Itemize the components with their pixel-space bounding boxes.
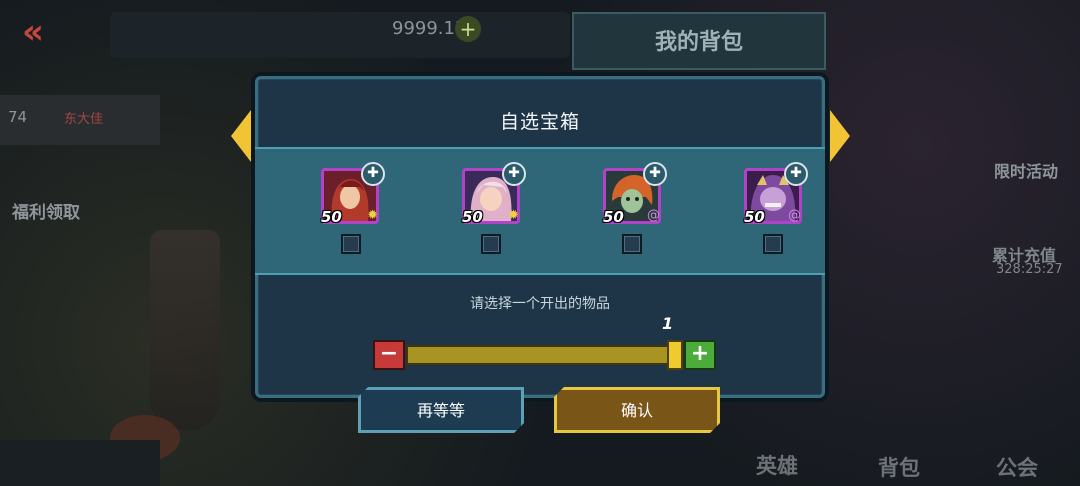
confirm-button[interactable]: 确认 [554,387,720,433]
hero-level: 50 [462,208,483,226]
tab-bag[interactable]: 背包 [878,452,920,482]
hero-level: 50 [744,208,765,226]
tab-guild[interactable]: 公会 [996,452,1038,482]
hero-checkbox-2[interactable] [481,234,501,254]
wait-button[interactable]: 再等等 [358,387,524,433]
puzzle-piece-icon: ✚ [502,162,526,186]
hero-item-3[interactable]: 50 @ ✚ [603,162,667,226]
bottom-left-bar [0,440,160,486]
background-title: 我的背包 [654,30,743,55]
increase-quantity-button[interactable]: + [684,340,716,370]
puzzle-piece-icon: ✚ [643,162,667,186]
hero-checkbox-1[interactable] [341,234,361,254]
decrease-quantity-button[interactable]: − [373,340,405,370]
golf-bag-decoration [150,230,220,430]
welfare-button[interactable]: 福利领取 [12,198,80,223]
scroll-right-arrow-icon[interactable] [830,110,850,162]
puzzle-piece-icon: ✚ [784,162,808,186]
limited-event-button[interactable]: 限时活动 [994,158,1058,182]
hero-checkbox-3[interactable] [622,234,642,254]
add-currency-icon[interactable]: + [455,16,481,42]
quantity-slider[interactable] [406,345,670,365]
sun-icon: ✹ [508,208,519,223]
background-title-plate: 我的背包 [572,12,826,70]
scroll-left-arrow-icon[interactable] [231,110,251,162]
hero-item-4[interactable]: 50 @ ✚ [744,162,808,226]
player-name: 东大佳 [64,112,104,127]
tab-hero[interactable]: 英雄 [756,450,798,480]
quantity-slider-fill [408,347,668,363]
player-level: 74 [8,108,28,126]
back-arrow-icon[interactable]: « [22,14,64,50]
spiral-icon: @ [788,208,801,223]
hero-level: 50 [321,208,342,226]
puzzle-piece-icon: ✚ [361,162,385,186]
hero-item-1[interactable]: 50 ✹ ✚ [321,162,385,226]
recharge-timer: 328:25:27 [996,262,1063,277]
selection-hint: 请选择一个开出的物品 [470,296,610,312]
quantity-slider-thumb[interactable] [667,340,683,370]
top-resource-bar [110,12,570,58]
hero-item-2[interactable]: 50 ✹ ✚ [462,162,526,226]
quantity-value: 1 [662,314,674,333]
spiral-icon: @ [647,208,660,223]
hero-checkbox-4[interactable] [763,234,783,254]
hero-level: 50 [603,208,624,226]
sun-icon: ✹ [367,208,378,223]
dialog-title: 自选宝箱 [499,111,580,133]
